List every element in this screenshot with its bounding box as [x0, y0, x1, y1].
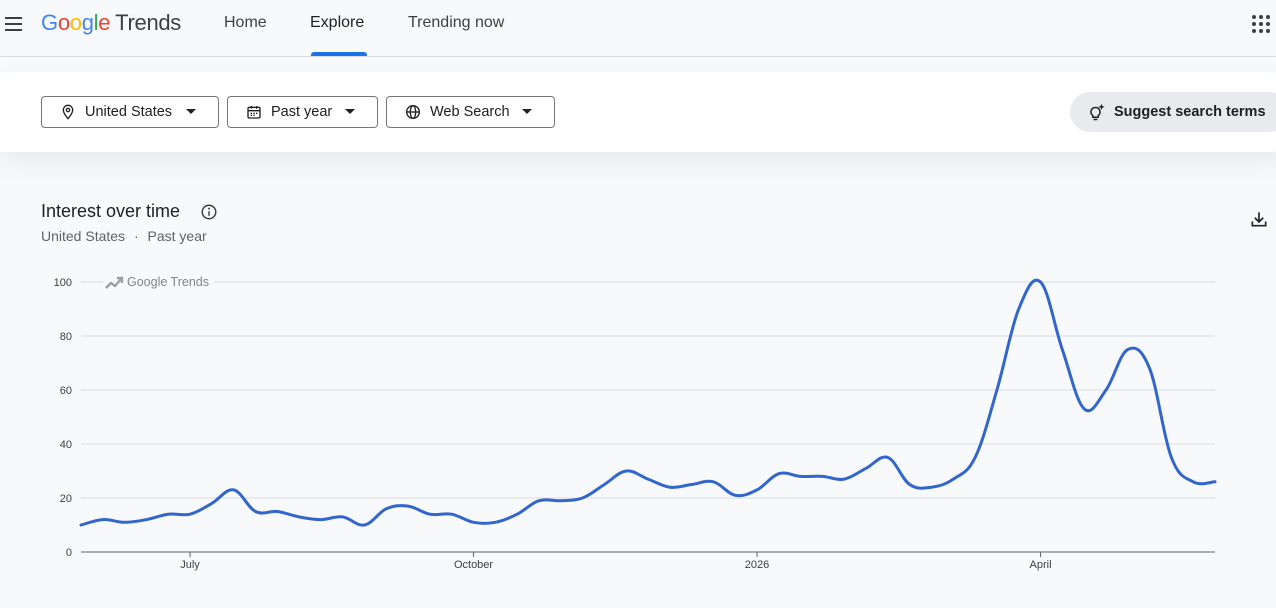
data-point[interactable]: [688, 481, 696, 489]
data-point[interactable]: [404, 502, 412, 510]
data-point[interactable]: [121, 518, 129, 526]
y-tick-label: 80: [60, 331, 72, 343]
interest-over-time-chart: 0 20 40 60 80 100 July October 2026 April Google …: [54, 275, 1219, 571]
x-tick-label: April: [1030, 559, 1052, 571]
data-point[interactable]: [208, 499, 216, 507]
data-point[interactable]: [928, 483, 936, 491]
data-point[interactable]: [666, 483, 674, 491]
google-trends-logo[interactable]: Google Trends: [41, 10, 181, 36]
x-tick-label: July: [180, 559, 200, 571]
filter-bar: United States Past year Web Search Sugge…: [0, 72, 1276, 152]
data-point[interactable]: [644, 475, 652, 483]
chart-title: Interest over time: [41, 201, 181, 221]
subtitle-range: Past year: [147, 228, 207, 244]
chevron-down-icon: [522, 109, 532, 114]
data-point[interactable]: [753, 486, 761, 494]
data-point[interactable]: [949, 475, 957, 483]
menu-icon[interactable]: [4, 14, 24, 34]
data-point[interactable]: [1015, 305, 1023, 313]
data-point[interactable]: [862, 464, 870, 472]
suggest-search-terms-button[interactable]: Suggest search terms: [1070, 92, 1276, 132]
tab-trending-now[interactable]: Trending now: [408, 14, 504, 32]
data-point[interactable]: [142, 516, 150, 524]
data-point[interactable]: [709, 478, 717, 486]
y-tick-label: 40: [60, 439, 72, 451]
subtitle-separator: ·: [133, 228, 139, 244]
location-label: United States: [85, 104, 173, 120]
search-property-label: Web Search: [430, 104, 510, 120]
data-point[interactable]: [295, 513, 303, 521]
data-point[interactable]: [818, 472, 826, 480]
data-point[interactable]: [797, 472, 805, 480]
google-trends-watermark: Google Trends: [105, 275, 209, 289]
active-tab-indicator: [311, 52, 367, 56]
data-point[interactable]: [1211, 478, 1219, 486]
data-point[interactable]: [906, 481, 914, 489]
data-point[interactable]: [470, 518, 478, 526]
time-range-dropdown[interactable]: Past year: [227, 96, 378, 128]
data-point[interactable]: [491, 518, 499, 526]
chart-subtitle: United States · Past year: [41, 228, 207, 244]
apps-grid-icon[interactable]: [1252, 15, 1270, 33]
calendar-icon: [247, 106, 261, 119]
x-tick-label: October: [454, 559, 493, 571]
data-point[interactable]: [884, 454, 892, 462]
data-point[interactable]: [361, 521, 369, 529]
data-point[interactable]: [186, 510, 194, 518]
x-tick-label: 2026: [745, 559, 769, 571]
suggest-search-terms-label: Suggest search terms: [1114, 104, 1266, 120]
data-point[interactable]: [230, 486, 238, 494]
globe-icon: [406, 105, 420, 119]
data-point[interactable]: [317, 516, 325, 524]
data-point[interactable]: [1124, 346, 1132, 354]
info-icon[interactable]: [200, 203, 218, 221]
data-point[interactable]: [1167, 454, 1175, 462]
time-range-label: Past year: [271, 104, 333, 120]
data-point[interactable]: [77, 521, 85, 529]
y-tick-label: 100: [54, 277, 72, 289]
data-point[interactable]: [1189, 478, 1197, 486]
data-point[interactable]: [775, 470, 783, 478]
y-tick-label: 60: [60, 385, 72, 397]
tab-home[interactable]: Home: [224, 14, 267, 32]
search-property-dropdown[interactable]: Web Search: [386, 96, 555, 128]
data-point[interactable]: [622, 467, 630, 475]
data-point[interactable]: [840, 475, 848, 483]
chevron-down-icon: [186, 109, 196, 114]
watermark-text: Google Trends: [127, 275, 209, 289]
top-bar: Google Trends Home Explore Trending now: [0, 0, 1276, 57]
data-point[interactable]: [339, 513, 347, 521]
chevron-down-icon: [345, 109, 355, 114]
tab-explore[interactable]: Explore: [310, 14, 364, 32]
data-point[interactable]: [579, 494, 587, 502]
subtitle-location: United States: [41, 228, 126, 244]
data-point[interactable]: [993, 386, 1001, 394]
data-point[interactable]: [600, 481, 608, 489]
data-point[interactable]: [1058, 346, 1066, 354]
data-point[interactable]: [426, 510, 434, 518]
lightbulb-sparkle-icon: [1090, 103, 1105, 121]
data-point[interactable]: [448, 510, 456, 518]
data-point[interactable]: [535, 497, 543, 505]
data-point[interactable]: [1080, 405, 1088, 413]
location-dropdown[interactable]: United States: [41, 96, 219, 128]
data-point[interactable]: [557, 497, 565, 505]
data-point[interactable]: [273, 508, 281, 516]
download-icon[interactable]: [1249, 209, 1269, 229]
data-point[interactable]: [251, 508, 259, 516]
data-point[interactable]: [1102, 386, 1110, 394]
trend-arrow-icon: [105, 278, 122, 289]
data-point[interactable]: [513, 510, 521, 518]
y-tick-label: 0: [66, 547, 72, 559]
interest-series-line[interactable]: [79, 278, 1217, 527]
data-point[interactable]: [1037, 278, 1045, 286]
data-point[interactable]: [971, 454, 979, 462]
data-point[interactable]: [164, 510, 172, 518]
data-point[interactable]: [99, 516, 107, 524]
y-tick-label: 20: [60, 493, 72, 505]
location-pin-icon: [62, 104, 74, 120]
data-point[interactable]: [1146, 364, 1154, 372]
data-point[interactable]: [731, 491, 739, 499]
data-point[interactable]: [382, 505, 390, 513]
